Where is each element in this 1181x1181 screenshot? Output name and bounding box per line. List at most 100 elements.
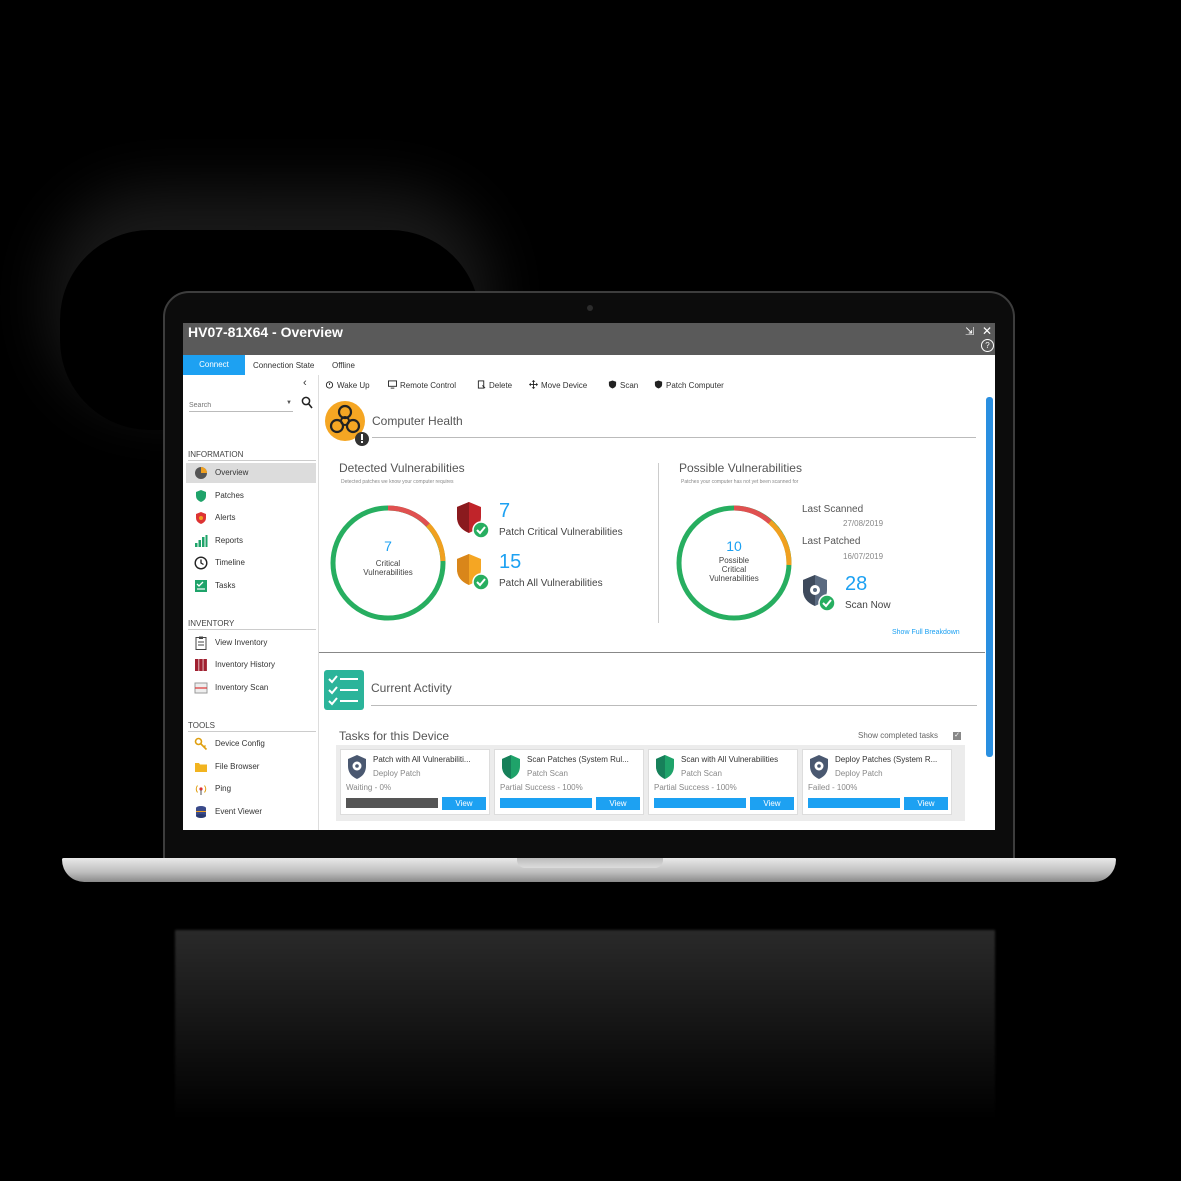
main-content: Computer Health Detected Vulnerabilities… xyxy=(319,395,985,830)
scan-button[interactable]: Scan xyxy=(608,380,638,390)
monitor-icon xyxy=(388,380,397,389)
sidebar-item-alerts[interactable]: Alerts xyxy=(186,508,316,528)
information-header: INFORMATION xyxy=(188,450,316,461)
task-card[interactable]: Scan with All Vulnerabilities Patch Scan… xyxy=(648,749,798,815)
sidebar-item-label: Event Viewer xyxy=(215,807,262,816)
bar-chart-icon xyxy=(195,535,208,547)
computer-health-title: Computer Health xyxy=(372,414,463,428)
delete-button[interactable]: Delete xyxy=(477,380,512,390)
key-icon xyxy=(194,737,208,751)
move-device-button[interactable]: Move Device xyxy=(529,380,587,390)
sidebar-item-overview[interactable]: Overview xyxy=(186,463,316,483)
sidebar-item-inventory-scan[interactable]: Inventory Scan xyxy=(186,678,316,698)
detected-ring-value: 7 xyxy=(384,538,392,554)
view-button[interactable]: View xyxy=(442,797,486,810)
last-scanned-value: 27/08/2019 xyxy=(843,519,884,528)
overview-icon xyxy=(195,467,207,479)
sidebar-item-timeline[interactable]: Timeline xyxy=(186,553,316,573)
possible-ring-value: 10 xyxy=(726,538,742,554)
move-device-label: Move Device xyxy=(541,381,588,390)
view-button[interactable]: View xyxy=(750,797,794,810)
clipboard-icon xyxy=(195,636,207,650)
view-button[interactable]: View xyxy=(596,797,640,810)
task-type: Patch Scan xyxy=(681,769,722,778)
title-bar: HV07-81X64 - Overview ⇲ ✕ ? xyxy=(183,323,995,355)
help-icon[interactable]: ? xyxy=(981,339,994,352)
scan-count[interactable]: 28 xyxy=(845,573,867,596)
connection-state-value: Offline xyxy=(332,361,355,370)
task-progress-bar xyxy=(346,798,438,808)
task-progress-bar xyxy=(654,798,746,808)
close-icon[interactable]: ✕ xyxy=(982,324,992,338)
possible-ring-label: Critical xyxy=(721,565,747,574)
task-card[interactable]: Deploy Patches (System R... Deploy Patch… xyxy=(802,749,952,815)
sidebar-item-reports[interactable]: Reports xyxy=(186,531,316,551)
tools-header: TOOLS xyxy=(188,721,316,732)
detected-ring-label: Critical xyxy=(375,559,401,568)
all-count[interactable]: 15 xyxy=(499,551,521,574)
view-button[interactable]: View xyxy=(904,797,948,810)
task-type: Patch Scan xyxy=(527,769,568,778)
camera-icon xyxy=(587,305,593,311)
sidebar-item-event-viewer[interactable]: Event Viewer xyxy=(186,802,316,822)
all-shield-icon[interactable] xyxy=(454,552,494,592)
green-shield-icon xyxy=(656,755,674,779)
delete-icon xyxy=(477,380,486,389)
task-type: Deploy Patch xyxy=(835,769,883,778)
scan-now-link[interactable]: Scan Now xyxy=(845,600,891,611)
connect-button[interactable]: Connect xyxy=(183,355,245,375)
biohazard-icon xyxy=(325,401,369,446)
sidebar-item-ping[interactable]: Ping xyxy=(186,779,316,799)
window-title: HV07-81X64 - Overview xyxy=(188,324,343,340)
sidebar-item-tasks[interactable]: Tasks xyxy=(186,576,316,596)
sidebar-item-label: Patches xyxy=(215,491,244,500)
section-divider xyxy=(319,652,985,653)
last-patched-value: 16/07/2019 xyxy=(843,552,884,561)
sidebar-item-patches[interactable]: Patches xyxy=(186,486,316,506)
critical-shield-icon[interactable] xyxy=(454,500,494,540)
gear-shield-icon xyxy=(348,755,366,779)
sidebar-item-label: Alerts xyxy=(215,513,236,522)
patch-critical-link[interactable]: Patch Critical Vulnerabilities xyxy=(499,527,623,538)
sidebar-item-label: Ping xyxy=(215,784,232,793)
task-title: Scan Patches (System Rul... xyxy=(527,755,629,764)
divider xyxy=(371,705,977,706)
task-status: Partial Success - 100% xyxy=(500,783,583,792)
current-activity-title: Current Activity xyxy=(371,681,452,695)
scan-shield-icon[interactable] xyxy=(800,573,840,613)
folder-icon xyxy=(195,763,207,772)
screen-reflection xyxy=(175,930,995,1120)
task-status: Failed - 100% xyxy=(808,783,858,792)
patch-all-link[interactable]: Patch All Vulnerabilities xyxy=(499,578,603,589)
shield-icon xyxy=(608,380,617,389)
vertical-scrollbar[interactable] xyxy=(986,397,993,757)
sidebar-item-view-inventory[interactable]: View Inventory xyxy=(186,633,316,653)
task-type: Deploy Patch xyxy=(373,769,421,778)
inventory-header: INVENTORY xyxy=(188,619,316,630)
show-full-breakdown-link[interactable]: Show Full Breakdown xyxy=(892,629,960,636)
sidebar-item-label: Inventory Scan xyxy=(215,683,269,692)
show-completed-checkbox[interactable]: ✓ xyxy=(953,732,961,740)
task-card[interactable]: Patch with All Vulnerabiliti... Deploy P… xyxy=(340,749,490,815)
patch-computer-button[interactable]: Patch Computer xyxy=(654,380,724,390)
sidebar-item-inventory-history[interactable]: Inventory History xyxy=(186,655,316,675)
tasks-for-device-title: Tasks for this Device xyxy=(339,729,450,743)
possible-vulnerabilities-title: Possible Vulnerabilities xyxy=(679,461,802,475)
sidebar-item-label: Reports xyxy=(215,536,244,545)
task-status: Waiting - 0% xyxy=(346,783,392,792)
task-progress-bar xyxy=(808,798,900,808)
sidebar-item-file-browser[interactable]: File Browser xyxy=(186,757,316,777)
minimize-icon[interactable]: ⇲ xyxy=(965,325,974,338)
wake-up-button[interactable]: Wake Up xyxy=(325,380,370,390)
clock-icon xyxy=(194,556,208,570)
caret-down-icon[interactable]: ▼ xyxy=(286,400,292,406)
wake-up-label: Wake Up xyxy=(337,381,370,390)
remote-control-button[interactable]: Remote Control xyxy=(388,380,456,390)
search-input[interactable] xyxy=(189,399,293,412)
critical-count[interactable]: 7 xyxy=(499,500,510,523)
detected-ring-label: Vulnerabilities xyxy=(363,568,413,577)
sidebar-item-device-config[interactable]: Device Config xyxy=(186,734,316,754)
task-card[interactable]: Scan Patches (System Rul... Patch Scan P… xyxy=(494,749,644,815)
search-icon[interactable] xyxy=(301,396,313,410)
chevron-left-icon[interactable]: ‹ xyxy=(303,377,307,389)
